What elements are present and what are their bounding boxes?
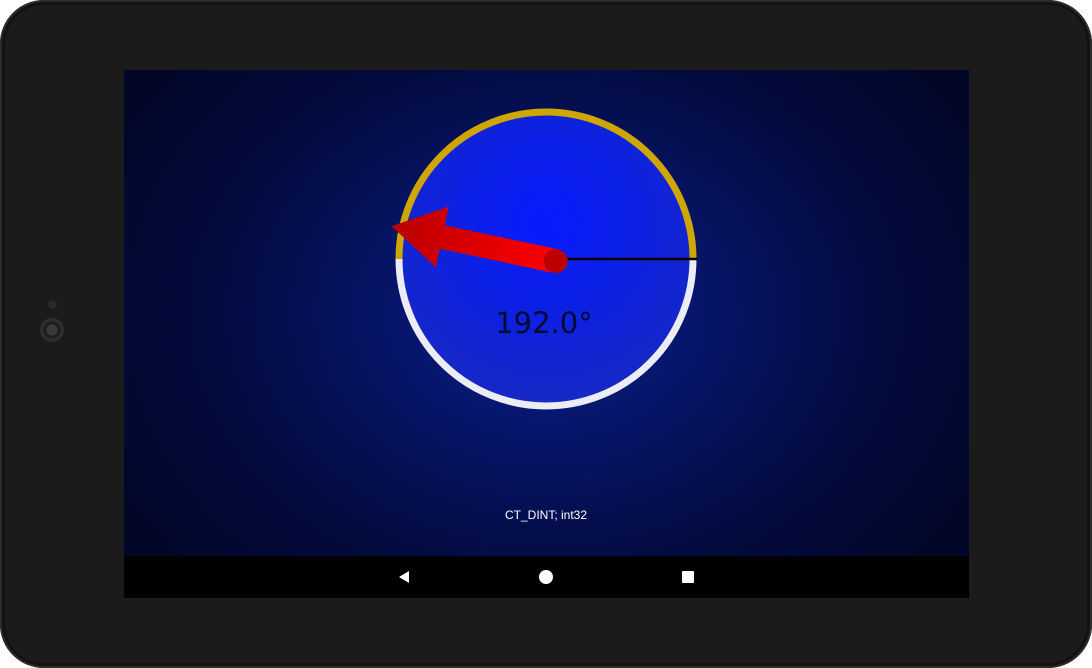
android-navigation-bar — [124, 556, 969, 598]
app-content-area: 192.0° CT_DINT; int32 — [124, 70, 969, 556]
back-triangle-icon — [399, 571, 409, 583]
sensor-dot — [48, 300, 57, 309]
tablet-device-frame: 192.0° CT_DINT; int32 — [0, 0, 1092, 668]
front-camera-icon — [40, 318, 64, 342]
data-type-label: CT_DINT; int32 — [504, 508, 588, 522]
nav-home-button[interactable] — [533, 564, 559, 590]
nav-recents-button[interactable] — [675, 564, 701, 590]
device-screen: 192.0° CT_DINT; int32 — [124, 70, 969, 598]
nav-back-button[interactable] — [391, 564, 417, 590]
recents-square-icon — [682, 571, 694, 583]
gauge-value-readout: 192.0° — [495, 306, 593, 340]
home-circle-icon — [539, 570, 553, 584]
